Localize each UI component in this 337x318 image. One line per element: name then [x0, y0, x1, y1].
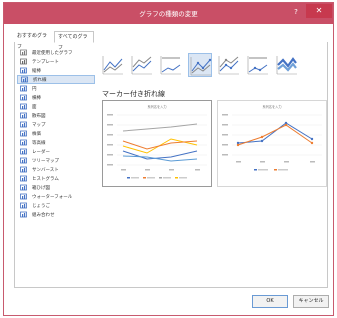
sidebar-item-scatter-chart[interactable]: 散布図: [17, 111, 95, 120]
template-icon: [20, 58, 28, 65]
treemap-chart-icon: [20, 157, 28, 164]
surface-chart-icon: [20, 139, 28, 146]
sidebar-item-label: ツリーマップ: [32, 158, 59, 164]
sidebar-item-label: マップ: [32, 122, 46, 128]
100-stacked-line-chart-type-button[interactable]: [159, 53, 183, 77]
sidebar-item-label: 横棒: [32, 95, 41, 101]
sidebar-item-recent[interactable]: 最近使用したグラフ: [17, 48, 95, 57]
sidebar-item-template[interactable]: テンプレート: [17, 57, 95, 66]
waterfall-chart-icon: [20, 193, 28, 200]
sidebar-item-histogram-chart[interactable]: ヒストグラム: [17, 174, 95, 183]
sidebar-item-label: 折れ線: [33, 77, 47, 83]
ok-button[interactable]: OK: [252, 295, 288, 308]
combo-chart-icon: [20, 211, 28, 218]
line-chart-icon: [21, 76, 29, 83]
cancel-button[interactable]: キャンセル: [293, 295, 329, 308]
sidebar-item-surface-chart[interactable]: 等高線: [17, 138, 95, 147]
help-button[interactable]: ?: [290, 6, 302, 18]
area-chart-icon: [20, 103, 28, 110]
sidebar-item-column-chart[interactable]: 縦棒: [17, 66, 95, 75]
3d-line-chart-type-button[interactable]: [275, 53, 299, 77]
sidebar-item-funnel-chart[interactable]: じょうご: [17, 201, 95, 210]
chart-preview-1[interactable]: 系列名を入力: [102, 100, 212, 187]
funnel-chart-icon: [20, 202, 28, 209]
100-stacked-line-with-markers-icon: [247, 56, 268, 75]
selected-chart-type-title: マーカー付き折れ線: [102, 90, 165, 98]
sidebar-item-stock-chart[interactable]: 株価: [17, 129, 95, 138]
stock-chart-icon: [20, 130, 28, 137]
sidebar-item-label: 組み合わせ: [32, 212, 55, 218]
sidebar-item-area-chart[interactable]: 面: [17, 102, 95, 111]
sidebar-item-label: 株価: [32, 131, 41, 137]
scatter-chart-icon: [20, 112, 28, 119]
sidebar-item-waterfall-chart[interactable]: ウォーターフォール: [17, 192, 95, 201]
sidebar-item-label: 散布図: [32, 113, 46, 119]
sidebar-item-label: 最近使用したグラフ: [32, 50, 73, 56]
sidebar-item-radar-chart[interactable]: レーダー: [17, 147, 95, 156]
sidebar-item-label: 面: [32, 104, 37, 110]
sidebar-item-label: 箱ひげ図: [32, 185, 50, 191]
sidebar-item-map-chart[interactable]: マップ: [17, 120, 95, 129]
all-charts-panel: 最近使用したグラフ テンプレート 縦棒折れ線円横棒面散布図マップ株価等高線レーダーツ…: [14, 42, 328, 288]
line-with-markers-chart-type-button[interactable]: [188, 53, 212, 77]
title-bar: グラフの種類の変更 ? ✕: [4, 3, 333, 24]
sidebar-item-label: じょうご: [32, 203, 50, 209]
pie-chart-icon: [20, 85, 28, 92]
sidebar-item-combo-chart[interactable]: 組み合わせ: [17, 210, 95, 219]
sidebar-item-sunburst-chart[interactable]: サンバースト: [17, 165, 95, 174]
chart-preview-2[interactable]: 系列名を入力: [217, 100, 327, 187]
radar-chart-icon: [20, 148, 28, 155]
sidebar-item-line-chart[interactable]: 折れ線: [17, 75, 95, 84]
bar-chart-icon: [20, 94, 28, 101]
sidebar-item-label: ウォーターフォール: [32, 194, 73, 200]
box-whisker-chart-icon: [20, 184, 28, 191]
line-chart-type-button[interactable]: [101, 53, 125, 77]
sidebar-item-label: ヒストグラム: [32, 176, 59, 182]
sidebar-item-label: 等高線: [32, 140, 46, 146]
100-stacked-line-icon: [160, 56, 181, 75]
histogram-chart-icon: [20, 175, 28, 182]
stacked-line-icon: [131, 56, 152, 75]
line-icon: [102, 56, 123, 75]
sidebar-item-label: 円: [32, 86, 37, 92]
sidebar-item-label: テンプレート: [32, 59, 59, 65]
sidebar-item-label: サンバースト: [32, 167, 59, 173]
map-chart-icon: [20, 121, 28, 128]
100-stacked-line-with-markers-chart-type-button[interactable]: [246, 53, 270, 77]
sidebar-item-box-whisker-chart[interactable]: 箱ひげ図: [17, 183, 95, 192]
sunburst-chart-icon: [20, 166, 28, 173]
change-chart-type-dialog: グラフの種類の変更 ? ✕ おすすめグラフ すべてのグラフ 最近使用したグラフテ…: [3, 2, 334, 316]
3d-line-icon: [276, 56, 297, 75]
close-button[interactable]: ✕: [306, 4, 332, 18]
sidebar-item-bar-chart[interactable]: 横棒: [17, 93, 95, 102]
dialog-title: グラフの種類の変更: [139, 10, 198, 18]
sidebar-item-label: 縦棒: [32, 68, 41, 74]
preview-1-graphic: [107, 114, 207, 179]
recent-icon: [20, 49, 28, 56]
preview-2-graphic: [222, 114, 322, 171]
column-chart-icon: [20, 67, 28, 74]
sidebar-item-pie-chart[interactable]: 円: [17, 84, 95, 93]
stacked-line-with-markers-chart-type-button[interactable]: [217, 53, 241, 77]
stacked-line-chart-type-button[interactable]: [130, 53, 154, 77]
stacked-line-with-markers-icon: [218, 56, 239, 75]
chart-category-list: 最近使用したグラフ テンプレート 縦棒折れ線円横棒面散布図マップ株価等高線レーダーツ…: [17, 48, 95, 219]
sidebar-item-treemap-chart[interactable]: ツリーマップ: [17, 156, 95, 165]
line-with-markers-icon: [190, 57, 212, 76]
sidebar-item-label: レーダー: [32, 149, 50, 155]
